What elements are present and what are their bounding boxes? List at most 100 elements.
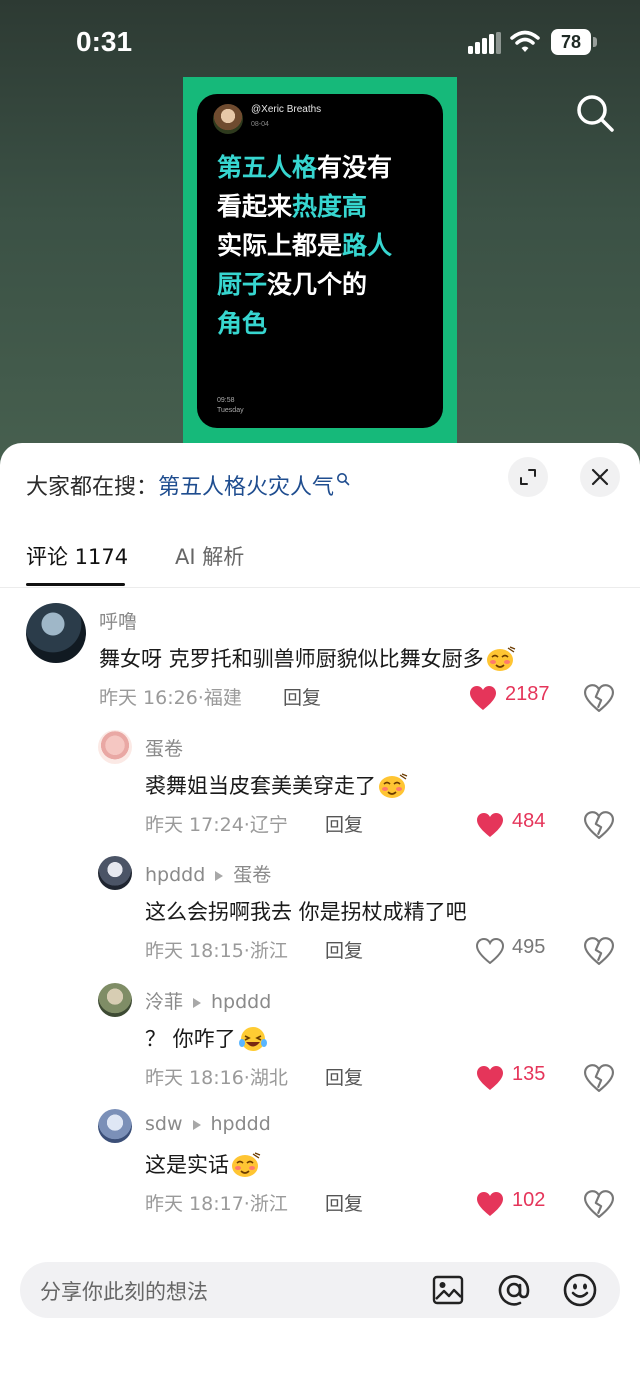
comment-author[interactable]: 泠菲 hpddd xyxy=(145,987,271,1014)
post-footer-day: Tuesday xyxy=(217,407,244,414)
close-button[interactable] xyxy=(580,457,620,497)
comment-time: 昨天 18:16 xyxy=(145,1067,244,1089)
comment-meta: 昨天 18:17·浙江 xyxy=(145,1189,288,1216)
expand-button[interactable] xyxy=(508,457,548,497)
comment-text: ？ 你咋了 xyxy=(145,1023,268,1053)
like-count: 102 xyxy=(512,1189,546,1211)
avatar[interactable] xyxy=(98,983,132,1017)
reply-button[interactable]: 回复 xyxy=(325,1189,363,1216)
emoji-icon[interactable] xyxy=(562,1272,598,1308)
reply-target-name[interactable]: hpddd xyxy=(211,991,271,1013)
comment-meta: 昨天 17:24·辽宁 xyxy=(145,810,288,837)
comment-author-name[interactable]: sdw xyxy=(145,1113,183,1135)
status-time: 0:31 xyxy=(76,26,133,57)
post-highlight-text: 热度高 xyxy=(292,192,368,221)
comment-text: 这么会拐啊我去 你是拐杖成精了吧 xyxy=(145,896,467,926)
post-plain-text: 有没有 xyxy=(317,153,393,182)
like-count: 484 xyxy=(512,810,546,832)
like-button[interactable]: 495 xyxy=(476,935,586,965)
comment-location: 浙江 xyxy=(249,1193,288,1215)
blushing-emoji-icon xyxy=(379,773,408,798)
comment-meta: 昨天 16:26·福建 xyxy=(99,683,242,710)
reply-target-name[interactable]: 蛋卷 xyxy=(233,864,271,886)
like-button[interactable]: 102 xyxy=(476,1188,586,1218)
heart-filled-icon xyxy=(477,1192,503,1216)
comment-sheet: 大家都在搜：第五人格火灾人气 评论 1174 AI 解析 呼噜 舞女呀 克罗托和驯… xyxy=(0,443,640,1385)
avatar[interactable] xyxy=(98,730,132,764)
reply-arrow-icon xyxy=(193,997,202,1008)
like-button[interactable]: 2187 xyxy=(469,682,579,712)
post-card: @Xeric Breaths 08-04 第五人格有没有 看起来热度高 实际上都是路… xyxy=(197,94,443,428)
comment-author-name[interactable]: 蛋卷 xyxy=(145,738,183,760)
reply-button[interactable]: 回复 xyxy=(283,683,321,710)
search-suggestion-prefix: 大家都在搜： xyxy=(26,475,159,500)
battery-level: 78 xyxy=(551,29,591,55)
comment-text-content: 裘舞姐当皮套美美穿走了 xyxy=(145,774,376,798)
broken-heart-icon[interactable] xyxy=(584,1190,614,1218)
reply-target-name[interactable]: hpddd xyxy=(211,1113,271,1135)
reply-comment[interactable]: hpddd 蛋卷 这么会拐啊我去 你是拐杖成精了吧 昨天 18:15·浙江 回复 495 xyxy=(0,844,640,970)
tab-ai-analysis[interactable]: AI 解析 xyxy=(175,541,244,571)
comment-location: 浙江 xyxy=(249,940,288,962)
like-button[interactable]: 135 xyxy=(476,1062,586,1092)
reply-comment[interactable]: 泠菲 hpddd ？ 你咋了 昨天 18:16·湖北 回复 135 xyxy=(0,971,640,1097)
avatar[interactable] xyxy=(98,1109,132,1143)
comment-location: 福建 xyxy=(203,687,242,709)
comment-author[interactable]: sdw hpddd xyxy=(145,1113,271,1135)
comment-author-name[interactable]: 呼噜 xyxy=(99,611,137,633)
broken-heart-icon[interactable] xyxy=(584,811,614,839)
signal-icon xyxy=(468,32,501,54)
reply-comment[interactable]: 蛋卷裘舞姐当皮套美美穿走了 昨天 17:24·辽宁 回复 484 xyxy=(0,718,640,844)
avatar[interactable] xyxy=(26,603,86,663)
like-button[interactable]: 484 xyxy=(476,809,586,839)
heart-filled-icon xyxy=(477,1066,503,1090)
heart-outline-icon xyxy=(476,938,504,964)
post-plain-text: 看起来 xyxy=(217,192,293,221)
laughing-emoji-icon xyxy=(238,1027,267,1051)
search-icon[interactable] xyxy=(574,92,616,134)
heart-filled-icon xyxy=(477,813,503,837)
tab-bar: 评论 1174 AI 解析 xyxy=(0,533,640,588)
reply-button[interactable]: 回复 xyxy=(325,936,363,963)
comment-text: 这是实话 xyxy=(145,1149,261,1179)
search-suggestion-term[interactable]: 第五人格火灾人气 xyxy=(158,475,334,500)
comment-author-name[interactable]: hpddd xyxy=(145,864,205,886)
search-suggestion[interactable]: 大家都在搜：第五人格火灾人气 xyxy=(26,469,350,501)
comment-time: 昨天 17:24 xyxy=(145,814,244,836)
tab-comments[interactable]: 评论 1174 xyxy=(26,541,128,571)
post-date: 08-04 xyxy=(251,121,269,128)
broken-heart-icon[interactable] xyxy=(584,937,614,965)
blushing-emoji-icon xyxy=(232,1152,261,1177)
comment-author[interactable]: 呼噜 xyxy=(99,607,137,634)
broken-heart-icon[interactable] xyxy=(584,1064,614,1092)
post-text-line: 厨子没几个的 xyxy=(217,265,437,304)
comment-author-name[interactable]: 泠菲 xyxy=(145,991,183,1013)
reply-button[interactable]: 回复 xyxy=(325,1063,363,1090)
image-icon[interactable] xyxy=(432,1274,464,1306)
avatar[interactable] xyxy=(98,856,132,890)
comment-location: 湖北 xyxy=(249,1067,288,1089)
comment-author[interactable]: hpddd 蛋卷 xyxy=(145,860,271,887)
broken-heart-icon[interactable] xyxy=(584,684,614,712)
heart-filled-icon xyxy=(470,686,496,710)
reply-button[interactable]: 回复 xyxy=(325,810,363,837)
comment-time: 昨天 18:15 xyxy=(145,940,244,962)
like-count: 2187 xyxy=(505,683,550,705)
post-image[interactable]: @Xeric Breaths 08-04 第五人格有没有 看起来热度高 实际上都是路… xyxy=(183,77,457,470)
battery-icon: 78 xyxy=(551,29,597,55)
comment-item[interactable]: 呼噜 舞女呀 克罗托和驯兽师厨貌似比舞女厨多 昨天 16:26·福建 回复 2187 xyxy=(0,591,640,717)
post-text-line: 看起来热度高 xyxy=(217,187,437,226)
comment-text-content: 这是实话 xyxy=(145,1153,229,1177)
comment-text-content: 这么会拐啊我去 你是拐杖成精了吧 xyxy=(145,900,467,924)
reply-comment[interactable]: sdw hpddd 这是实话昨天 18:17·浙江 回复 102 xyxy=(0,1097,640,1223)
post-plain-text: 没几个的 xyxy=(267,270,368,299)
comment-input[interactable]: 分享你此刻的想法 xyxy=(20,1262,620,1318)
expand-icon xyxy=(520,469,536,485)
comment-author[interactable]: 蛋卷 xyxy=(145,734,183,761)
status-bar: 0:31 78 xyxy=(0,0,640,80)
comment-text-content: ？ 你咋了 xyxy=(145,1027,236,1051)
reply-arrow-icon xyxy=(192,1119,201,1130)
mention-icon[interactable] xyxy=(496,1272,532,1308)
post-footer-time: 09:58 xyxy=(217,397,235,404)
post-highlight-text: 厨子 xyxy=(217,270,268,299)
